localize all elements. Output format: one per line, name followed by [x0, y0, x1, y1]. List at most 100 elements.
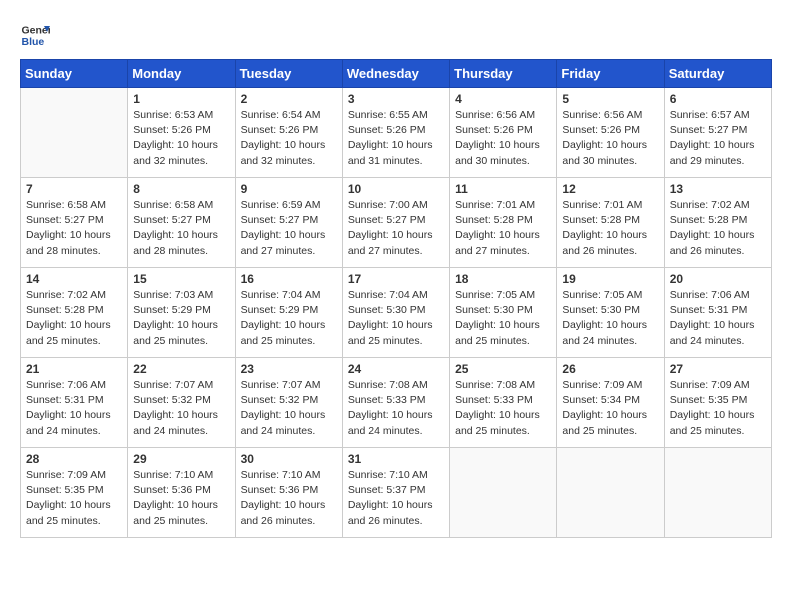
calendar-cell: 29 Sunrise: 7:10 AM Sunset: 5:36 PM Dayli… — [128, 448, 235, 538]
day-header-friday: Friday — [557, 60, 664, 88]
day-number: 18 — [455, 272, 551, 286]
day-number: 24 — [348, 362, 444, 376]
day-info: Sunrise: 7:09 AM Sunset: 5:35 PM Dayligh… — [670, 378, 766, 439]
day-info: Sunrise: 6:55 AM Sunset: 5:26 PM Dayligh… — [348, 108, 444, 169]
calendar-cell: 19Sunrise: 7:05 AM Sunset: 5:30 PM Dayli… — [557, 268, 664, 358]
calendar-cell — [450, 448, 557, 538]
day-info: Sunrise: 7:02 AM Sunset: 5:28 PM Dayligh… — [26, 288, 122, 349]
day-info: Sunrise: 7:10 AM Sunset: 5:36 PM Dayligh… — [133, 468, 229, 529]
day-number: 23 — [241, 362, 337, 376]
day-header-sunday: Sunday — [21, 60, 128, 88]
day-info: Sunrise: 7:05 AM Sunset: 5:30 PM Dayligh… — [562, 288, 658, 349]
day-number: 21 — [26, 362, 122, 376]
week-row-2: 7 Sunrise: 6:58 AM Sunset: 5:27 PM Daylig… — [21, 178, 772, 268]
calendar-cell: 13 Sunrise: 7:02 AM Sunset: 5:28 PM Dayli… — [664, 178, 771, 268]
week-row-4: 21 Sunrise: 7:06 AM Sunset: 5:31 PM Dayli… — [21, 358, 772, 448]
day-info: Sunrise: 7:08 AM Sunset: 5:33 PM Dayligh… — [348, 378, 444, 439]
day-number: 16 — [241, 272, 337, 286]
logo-icon: General Blue — [20, 20, 50, 50]
logo: General Blue — [20, 20, 54, 50]
day-info: Sunrise: 7:07 AM Sunset: 5:32 PM Dayligh… — [241, 378, 337, 439]
calendar-cell: 18 Sunrise: 7:05 AM Sunset: 5:30 PM Dayli… — [450, 268, 557, 358]
day-info: Sunrise: 6:58 AM Sunset: 5:27 PM Dayligh… — [26, 198, 122, 259]
day-info: Sunrise: 7:02 AM Sunset: 5:28 PM Dayligh… — [670, 198, 766, 259]
day-info: Sunrise: 7:01 AM Sunset: 5:28 PM Dayligh… — [562, 198, 658, 259]
day-number: 1 — [133, 92, 229, 106]
calendar-cell: 9 Sunrise: 6:59 AM Sunset: 5:27 PM Daylig… — [235, 178, 342, 268]
day-number: 11 — [455, 182, 551, 196]
day-header-saturday: Saturday — [664, 60, 771, 88]
day-number: 14 — [26, 272, 122, 286]
day-number: 22 — [133, 362, 229, 376]
day-number: 5 — [562, 92, 658, 106]
day-number: 7 — [26, 182, 122, 196]
day-number: 12 — [562, 182, 658, 196]
day-number: 30 — [241, 452, 337, 466]
day-header-wednesday: Wednesday — [342, 60, 449, 88]
day-number: 6 — [670, 92, 766, 106]
svg-text:Blue: Blue — [22, 36, 45, 48]
calendar-cell: 8 Sunrise: 6:58 AM Sunset: 5:27 PM Daylig… — [128, 178, 235, 268]
calendar-cell: 30 Sunrise: 7:10 AM Sunset: 5:36 PM Dayli… — [235, 448, 342, 538]
week-row-3: 14 Sunrise: 7:02 AM Sunset: 5:28 PM Dayli… — [21, 268, 772, 358]
calendar-cell: 3 Sunrise: 6:55 AM Sunset: 5:26 PM Daylig… — [342, 88, 449, 178]
calendar-cell: 22 Sunrise: 7:07 AM Sunset: 5:32 PM Dayli… — [128, 358, 235, 448]
day-number: 4 — [455, 92, 551, 106]
calendar-cell: 17 Sunrise: 7:04 AM Sunset: 5:30 PM Dayli… — [342, 268, 449, 358]
day-info: Sunrise: 6:54 AM Sunset: 5:26 PM Dayligh… — [241, 108, 337, 169]
day-number: 27 — [670, 362, 766, 376]
day-number: 17 — [348, 272, 444, 286]
calendar-cell: 1 Sunrise: 6:53 AM Sunset: 5:26 PM Daylig… — [128, 88, 235, 178]
calendar-cell: 14 Sunrise: 7:02 AM Sunset: 5:28 PM Dayli… — [21, 268, 128, 358]
day-info: Sunrise: 6:58 AM Sunset: 5:27 PM Dayligh… — [133, 198, 229, 259]
day-info: Sunrise: 7:03 AM Sunset: 5:29 PM Dayligh… — [133, 288, 229, 349]
day-info: Sunrise: 7:00 AM Sunset: 5:27 PM Dayligh… — [348, 198, 444, 259]
calendar-table: SundayMondayTuesdayWednesdayThursdayFrid… — [20, 59, 772, 538]
page-container: General Blue SundayMondayTuesdayWednesda… — [20, 20, 772, 538]
day-info: Sunrise: 7:06 AM Sunset: 5:31 PM Dayligh… — [26, 378, 122, 439]
day-info: Sunrise: 7:05 AM Sunset: 5:30 PM Dayligh… — [455, 288, 551, 349]
day-header-tuesday: Tuesday — [235, 60, 342, 88]
day-info: Sunrise: 6:59 AM Sunset: 5:27 PM Dayligh… — [241, 198, 337, 259]
day-info: Sunrise: 6:56 AM Sunset: 5:26 PM Dayligh… — [455, 108, 551, 169]
day-number: 9 — [241, 182, 337, 196]
day-header-monday: Monday — [128, 60, 235, 88]
calendar-cell: 12 Sunrise: 7:01 AM Sunset: 5:28 PM Dayli… — [557, 178, 664, 268]
calendar-cell: 11 Sunrise: 7:01 AM Sunset: 5:28 PM Dayli… — [450, 178, 557, 268]
day-info: Sunrise: 6:57 AM Sunset: 5:27 PM Dayligh… — [670, 108, 766, 169]
calendar-cell: 2 Sunrise: 6:54 AM Sunset: 5:26 PM Daylig… — [235, 88, 342, 178]
calendar-cell — [21, 88, 128, 178]
day-number: 3 — [348, 92, 444, 106]
day-header-thursday: Thursday — [450, 60, 557, 88]
day-number: 13 — [670, 182, 766, 196]
day-number: 20 — [670, 272, 766, 286]
calendar-cell: 21 Sunrise: 7:06 AM Sunset: 5:31 PM Dayli… — [21, 358, 128, 448]
day-number: 2 — [241, 92, 337, 106]
calendar-cell: 4 Sunrise: 6:56 AM Sunset: 5:26 PM Daylig… — [450, 88, 557, 178]
day-number: 10 — [348, 182, 444, 196]
calendar-cell: 23 Sunrise: 7:07 AM Sunset: 5:32 PM Dayli… — [235, 358, 342, 448]
calendar-cell: 7 Sunrise: 6:58 AM Sunset: 5:27 PM Daylig… — [21, 178, 128, 268]
days-header-row: SundayMondayTuesdayWednesdayThursdayFrid… — [21, 60, 772, 88]
calendar-cell — [664, 448, 771, 538]
day-info: Sunrise: 7:10 AM Sunset: 5:37 PM Dayligh… — [348, 468, 444, 529]
calendar-cell — [557, 448, 664, 538]
day-info: Sunrise: 7:04 AM Sunset: 5:30 PM Dayligh… — [348, 288, 444, 349]
day-info: Sunrise: 7:01 AM Sunset: 5:28 PM Dayligh… — [455, 198, 551, 259]
calendar-cell: 24 Sunrise: 7:08 AM Sunset: 5:33 PM Dayli… — [342, 358, 449, 448]
day-info: Sunrise: 6:53 AM Sunset: 5:26 PM Dayligh… — [133, 108, 229, 169]
day-info: Sunrise: 7:10 AM Sunset: 5:36 PM Dayligh… — [241, 468, 337, 529]
calendar-cell: 5 Sunrise: 6:56 AM Sunset: 5:26 PM Daylig… — [557, 88, 664, 178]
day-info: Sunrise: 6:56 AM Sunset: 5:26 PM Dayligh… — [562, 108, 658, 169]
day-info: Sunrise: 7:07 AM Sunset: 5:32 PM Dayligh… — [133, 378, 229, 439]
day-info: Sunrise: 7:09 AM Sunset: 5:34 PM Dayligh… — [562, 378, 658, 439]
day-info: Sunrise: 7:06 AM Sunset: 5:31 PM Dayligh… — [670, 288, 766, 349]
day-number: 29 — [133, 452, 229, 466]
day-number: 8 — [133, 182, 229, 196]
calendar-cell: 31Sunrise: 7:10 AM Sunset: 5:37 PM Dayli… — [342, 448, 449, 538]
calendar-cell: 25Sunrise: 7:08 AM Sunset: 5:33 PM Dayli… — [450, 358, 557, 448]
week-row-5: 28Sunrise: 7:09 AM Sunset: 5:35 PM Dayli… — [21, 448, 772, 538]
day-info: Sunrise: 7:09 AM Sunset: 5:35 PM Dayligh… — [26, 468, 122, 529]
day-number: 26 — [562, 362, 658, 376]
calendar-cell: 15Sunrise: 7:03 AM Sunset: 5:29 PM Dayli… — [128, 268, 235, 358]
